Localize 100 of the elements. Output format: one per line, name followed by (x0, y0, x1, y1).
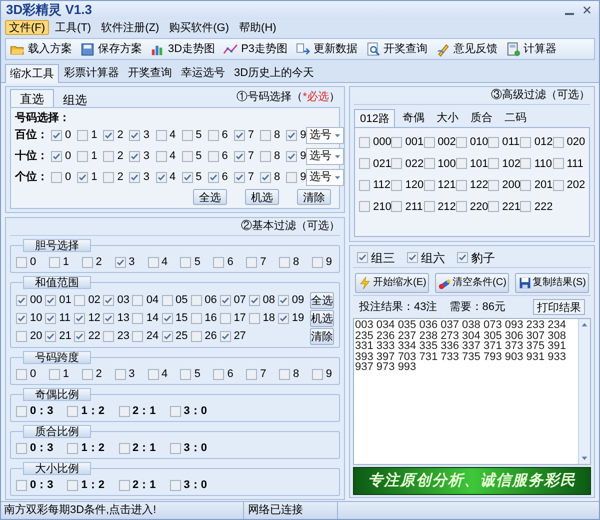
checkbox[interactable] (279, 369, 290, 380)
checkbox[interactable] (488, 158, 500, 170)
checkbox[interactable] (74, 330, 86, 342)
checkbox[interactable] (220, 312, 231, 324)
checkbox[interactable] (488, 201, 500, 212)
checkbox[interactable] (208, 151, 219, 162)
checkbox[interactable] (286, 151, 298, 162)
button[interactable]: 全选 (310, 292, 334, 309)
checkbox[interactable] (248, 312, 260, 324)
checkbox[interactable] (456, 201, 467, 212)
checkbox[interactable] (359, 158, 370, 170)
checkbox[interactable] (45, 330, 56, 342)
checkbox[interactable] (520, 158, 532, 170)
checkbox[interactable] (190, 330, 202, 342)
action-button[interactable]: 复制结果(S) (514, 272, 589, 292)
checkbox[interactable] (213, 369, 224, 380)
checkbox[interactable] (359, 180, 370, 191)
menu-item[interactable]: 文件(F) (5, 20, 50, 35)
checkbox[interactable] (182, 130, 193, 141)
checkbox[interactable] (552, 136, 564, 148)
menu-item[interactable]: 软件注册(Z) (97, 20, 164, 35)
checkbox[interactable] (103, 172, 114, 183)
checkbox[interactable] (520, 136, 532, 148)
checkbox[interactable] (103, 130, 114, 141)
action-button[interactable]: 开始缩水(E) (355, 272, 430, 292)
checkbox[interactable] (129, 151, 140, 162)
checkbox[interactable] (260, 172, 271, 183)
scrollbar[interactable] (578, 319, 590, 464)
checkbox[interactable] (67, 406, 78, 417)
button[interactable]: 机选 (310, 310, 334, 327)
checkbox[interactable] (246, 257, 258, 268)
checkbox[interactable] (51, 130, 62, 141)
checkbox[interactable] (77, 130, 88, 141)
dropdown[interactable]: 选号 (306, 127, 344, 144)
checkbox[interactable] (45, 294, 56, 306)
checkbox[interactable] (359, 201, 370, 212)
menu-item[interactable]: 购买软件(G) (165, 20, 234, 35)
checkbox[interactable] (286, 130, 298, 141)
checkbox[interactable] (552, 158, 564, 170)
checkbox[interactable] (67, 443, 78, 454)
checkbox[interactable] (456, 136, 467, 148)
checkbox[interactable] (162, 294, 172, 306)
button[interactable]: 清除 (297, 189, 331, 205)
dropdown[interactable]: 选号 (306, 148, 344, 165)
checkbox[interactable] (16, 312, 27, 324)
checkbox[interactable] (114, 257, 126, 268)
checkbox[interactable] (170, 406, 181, 417)
button[interactable]: 全选 (193, 189, 227, 205)
checkbox[interactable] (278, 294, 289, 306)
checkbox[interactable] (488, 180, 500, 191)
checkbox[interactable] (16, 443, 27, 454)
toolbar-button[interactable]: 开奖查询 (366, 40, 428, 58)
checkbox[interactable] (234, 130, 245, 141)
dropdown[interactable]: 选号 (306, 169, 344, 186)
tab[interactable]: 彩票计算器 (60, 65, 123, 82)
checkbox[interactable] (312, 257, 323, 268)
checkbox[interactable] (246, 369, 258, 380)
checkbox[interactable] (520, 201, 532, 212)
checkbox[interactable] (103, 330, 114, 342)
checkbox[interactable] (114, 369, 126, 380)
checkbox[interactable] (162, 312, 172, 324)
checkbox[interactable] (391, 201, 402, 212)
toolbar-button[interactable]: 更新数据 (296, 40, 358, 58)
toolbar-button[interactable]: 3D走势图 (150, 40, 216, 58)
checkbox[interactable] (391, 136, 402, 148)
checkbox[interactable] (77, 172, 88, 183)
checkbox[interactable] (82, 257, 93, 268)
checkbox[interactable] (51, 151, 62, 162)
checkbox[interactable] (118, 443, 130, 454)
tab[interactable]: 大小 (431, 110, 464, 127)
checkbox[interactable] (16, 480, 27, 491)
menu-item[interactable]: 工具(T) (51, 20, 96, 35)
checkbox[interactable] (51, 172, 62, 183)
checkbox[interactable] (208, 130, 219, 141)
tab[interactable]: 二码 (499, 110, 532, 127)
menu-item[interactable]: 帮助(H) (235, 20, 280, 35)
toolbar-button[interactable]: 保存方案 (80, 40, 142, 58)
checkbox[interactable] (457, 252, 468, 263)
checkbox[interactable] (129, 130, 140, 141)
tab[interactable]: 3D历史上的今天 (230, 65, 318, 82)
checkbox[interactable] (162, 330, 172, 342)
checkbox[interactable] (456, 158, 467, 170)
checkbox[interactable] (520, 180, 532, 191)
checkbox[interactable] (552, 180, 564, 191)
checkbox[interactable] (132, 312, 144, 324)
checkbox[interactable] (260, 151, 271, 162)
checkbox[interactable] (208, 172, 219, 183)
checkbox[interactable] (103, 294, 114, 306)
checkbox[interactable] (67, 480, 78, 491)
action-button[interactable]: 清空条件(C) (434, 272, 510, 292)
checkbox[interactable] (16, 369, 27, 380)
toolbar-button[interactable]: 意见反馈 (436, 40, 498, 58)
checkbox[interactable] (103, 151, 114, 162)
checkbox[interactable] (180, 369, 192, 380)
tab[interactable]: 奇偶 (397, 110, 430, 127)
checkbox[interactable] (234, 172, 245, 183)
tab[interactable]: 012路 (354, 109, 396, 128)
checkbox[interactable] (16, 330, 27, 342)
checkbox[interactable] (118, 406, 130, 417)
checkbox[interactable] (16, 406, 27, 417)
